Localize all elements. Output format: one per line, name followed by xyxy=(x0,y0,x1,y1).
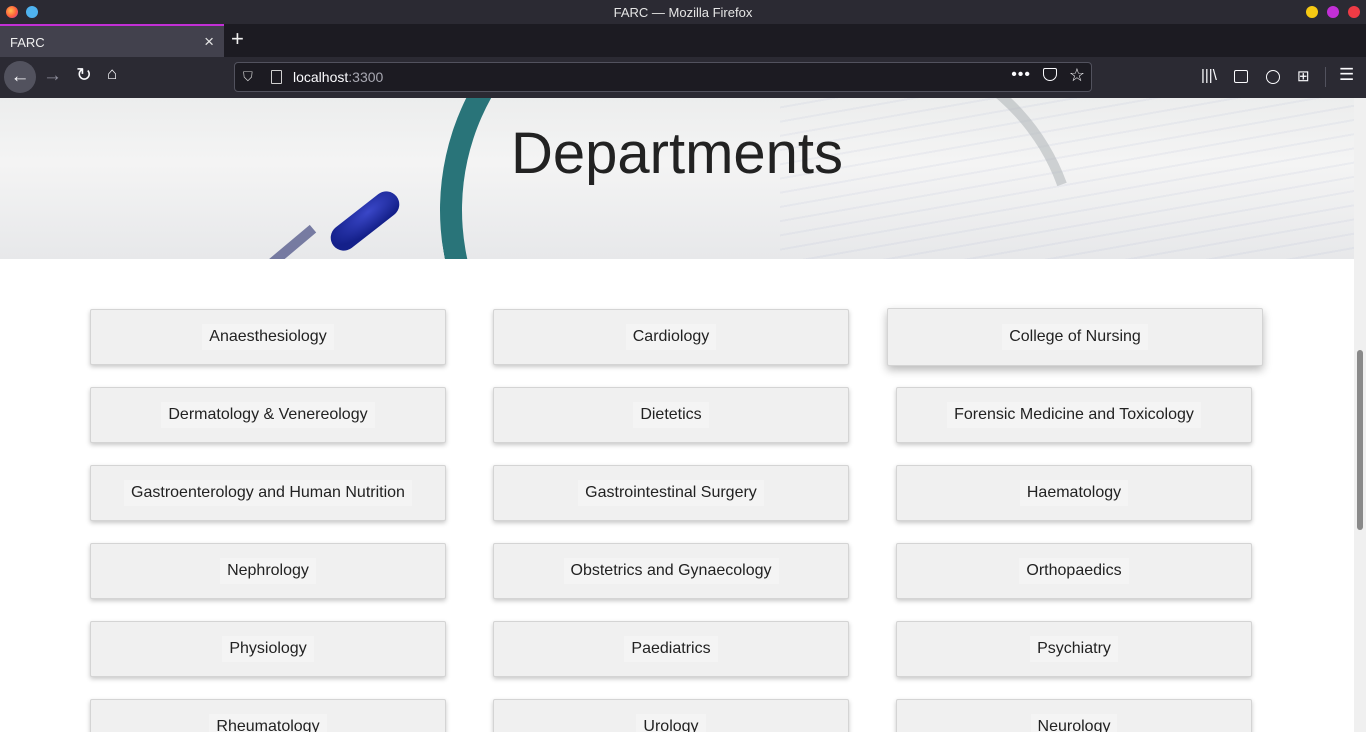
page-actions-icon[interactable]: ••• xyxy=(1011,66,1031,84)
forward-button[interactable]: → xyxy=(43,65,62,87)
url-text[interactable]: localhost:3300 xyxy=(293,69,383,85)
bookmark-star-icon[interactable]: ☆ xyxy=(1069,65,1085,86)
page-info-icon[interactable] xyxy=(271,70,282,84)
department-button-physiology[interactable]: Physiology xyxy=(90,621,446,677)
department-button-haematology[interactable]: Haematology xyxy=(896,465,1252,521)
navigation-toolbar: ← → ↻ ⌂ ⛉ localhost:3300 ••• ☆ |||\ ⊞ ☰ xyxy=(0,57,1366,98)
department-button-gastroenterology[interactable]: Gastroenterology and Human Nutrition xyxy=(90,465,446,521)
extensions-icon[interactable]: ⊞ xyxy=(1297,67,1310,85)
department-button-psychiatry[interactable]: Psychiatry xyxy=(896,621,1252,677)
tab-label: FARC xyxy=(10,35,45,50)
address-bar[interactable]: ⛉ localhost:3300 ••• ☆ xyxy=(234,62,1092,92)
department-label: Gastrointestinal Surgery xyxy=(578,480,764,506)
minimize-button[interactable] xyxy=(1306,6,1318,18)
department-button-urology[interactable]: Urology xyxy=(493,699,849,732)
hamburger-menu-icon[interactable]: ☰ xyxy=(1339,65,1354,85)
library-icon[interactable]: |||\ xyxy=(1201,67,1217,84)
reload-button[interactable]: ↻ xyxy=(76,64,92,87)
department-button-rheumatology[interactable]: Rheumatology xyxy=(90,699,446,732)
window-titlebar: FARC — Mozilla Firefox xyxy=(0,0,1366,24)
department-label: Cardiology xyxy=(625,324,717,350)
tab-farc[interactable]: FARC × xyxy=(0,24,224,57)
department-button-nephrology[interactable]: Nephrology xyxy=(90,543,446,599)
department-label: Forensic Medicine and Toxicology xyxy=(947,402,1201,428)
department-label: Paediatrics xyxy=(624,636,718,662)
page-scrollbar[interactable] xyxy=(1354,98,1366,732)
department-button-college-of-nursing[interactable]: College of Nursing xyxy=(887,308,1263,366)
new-tab-button[interactable]: + xyxy=(231,27,244,51)
department-label: Psychiatry xyxy=(1030,636,1118,662)
page-viewport: Departments Anaesthesiology Cardiology C… xyxy=(0,98,1354,732)
department-label: Dietetics xyxy=(633,402,709,428)
department-button-cardiology[interactable]: Cardiology xyxy=(493,309,849,365)
url-port: :3300 xyxy=(348,69,384,85)
department-button-neurology[interactable]: Neurology xyxy=(896,699,1252,732)
hero-banner: Departments xyxy=(0,98,1354,259)
department-label: Physiology xyxy=(222,636,314,662)
tracking-shield-icon[interactable]: ⛉ xyxy=(243,69,253,85)
department-label: Gastroenterology and Human Nutrition xyxy=(124,480,412,506)
department-button-orthopaedics[interactable]: Orthopaedics xyxy=(896,543,1252,599)
department-button-obstetrics-gynaecology[interactable]: Obstetrics and Gynaecology xyxy=(493,543,849,599)
department-label: Nephrology xyxy=(220,558,316,584)
tab-strip: FARC × + xyxy=(0,24,1366,57)
page-title: Departments xyxy=(510,121,844,186)
department-label: Haematology xyxy=(1019,480,1129,506)
department-label: Obstetrics and Gynaecology xyxy=(563,558,779,584)
window-title: FARC — Mozilla Firefox xyxy=(613,5,753,20)
home-button[interactable]: ⌂ xyxy=(107,64,117,84)
department-button-anaesthesiology[interactable]: Anaesthesiology xyxy=(90,309,446,365)
department-label: Urology xyxy=(636,714,706,732)
back-button[interactable]: ← xyxy=(4,61,36,93)
scrollbar-thumb[interactable] xyxy=(1357,350,1363,530)
department-button-gastrointestinal-surgery[interactable]: Gastrointestinal Surgery xyxy=(493,465,849,521)
department-label: Dermatology & Venereology xyxy=(161,402,375,428)
department-label: Rheumatology xyxy=(209,714,327,732)
department-button-forensic-medicine[interactable]: Forensic Medicine and Toxicology xyxy=(896,387,1252,443)
department-label: College of Nursing xyxy=(1002,324,1148,350)
account-icon[interactable] xyxy=(1266,70,1280,84)
department-label: Neurology xyxy=(1030,714,1118,732)
hero-pen-shadow xyxy=(263,224,317,259)
sidebar-icon[interactable] xyxy=(1234,70,1248,83)
department-button-dermatology-venereology[interactable]: Dermatology & Venereology xyxy=(90,387,446,443)
maximize-button[interactable] xyxy=(1327,6,1339,18)
department-button-paediatrics[interactable]: Paediatrics xyxy=(493,621,849,677)
close-window-button[interactable] xyxy=(1348,6,1360,18)
url-host: localhost xyxy=(293,69,349,85)
close-tab-icon[interactable]: × xyxy=(204,32,214,52)
department-label: Anaesthesiology xyxy=(202,324,334,350)
department-label: Orthopaedics xyxy=(1019,558,1129,584)
department-button-dietetics[interactable]: Dietetics xyxy=(493,387,849,443)
toolbar-separator xyxy=(1325,67,1326,87)
hero-pen xyxy=(325,186,405,256)
pocket-icon[interactable] xyxy=(1043,68,1057,81)
